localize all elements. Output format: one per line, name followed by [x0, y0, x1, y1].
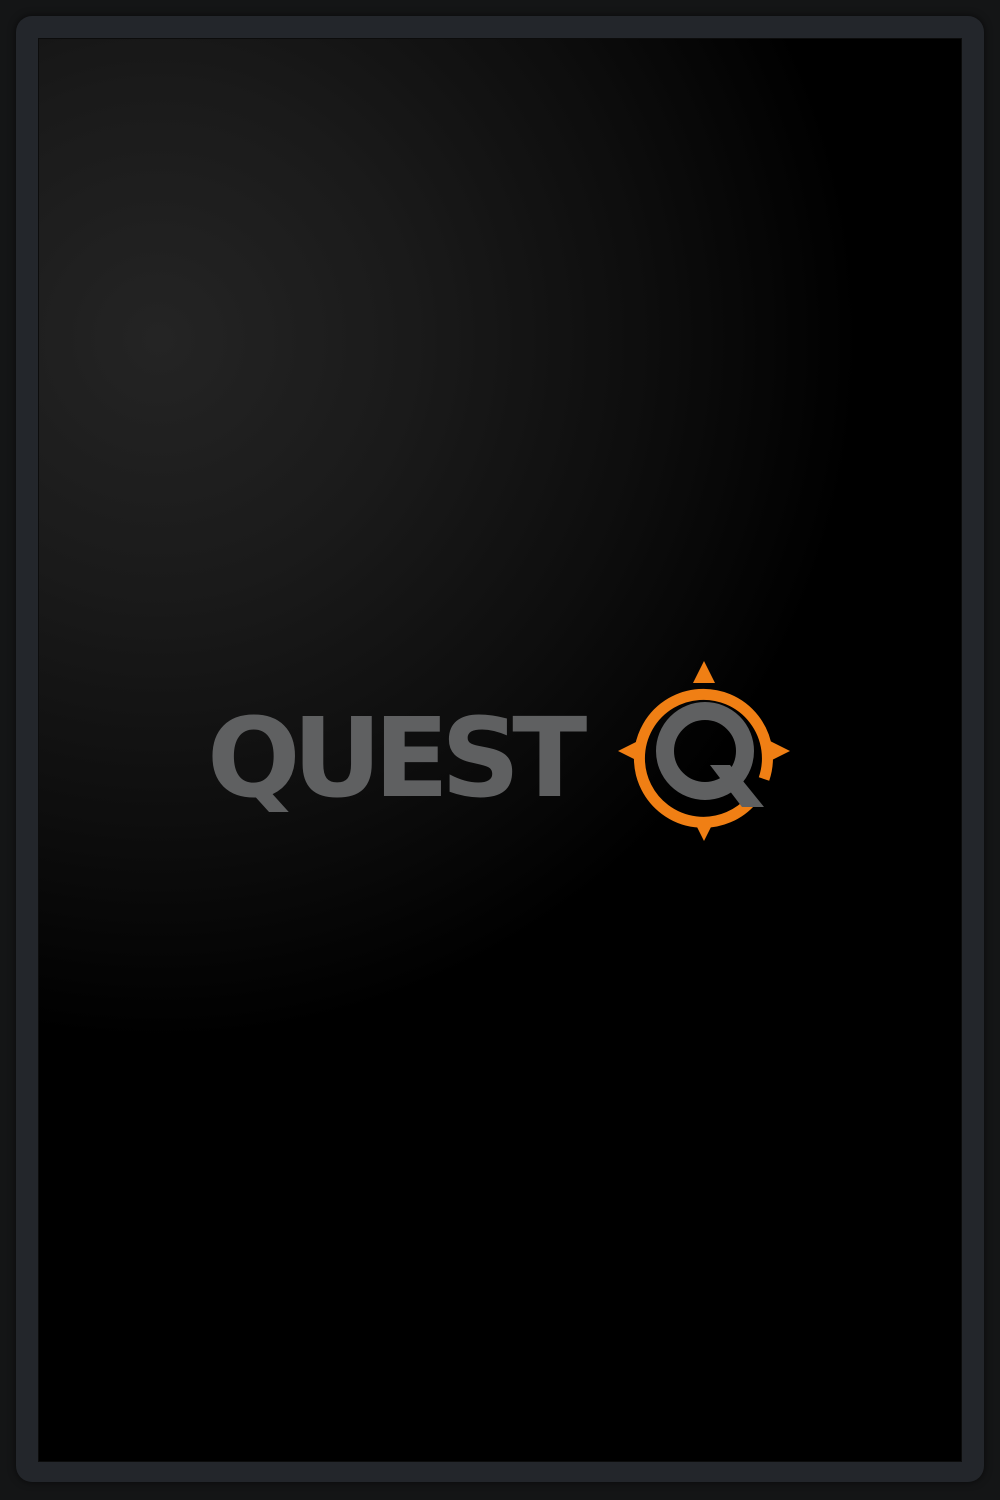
- device-frame: QUEST: [16, 16, 984, 1482]
- compass-q-icon: [613, 661, 795, 841]
- quest-logo: QUEST: [207, 661, 795, 841]
- splash-screen: QUEST: [38, 38, 962, 1462]
- logo-wordmark: QUEST: [207, 694, 587, 822]
